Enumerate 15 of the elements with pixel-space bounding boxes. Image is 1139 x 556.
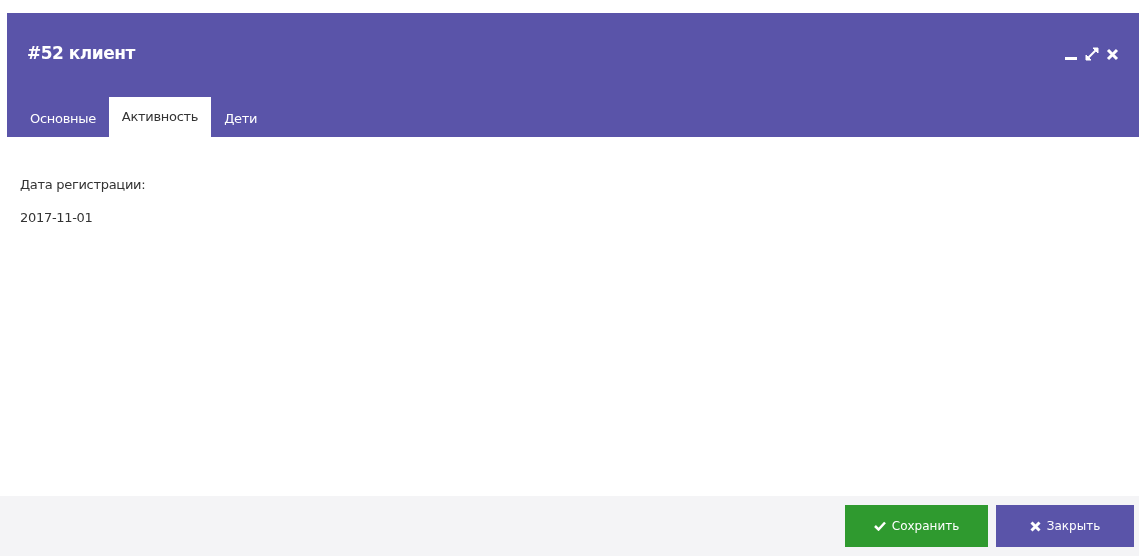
minimize-icon	[1065, 56, 1077, 60]
field-label: Дата регистрации:	[20, 176, 147, 194]
expand-icon	[1083, 46, 1100, 62]
maximize-button[interactable]	[1083, 46, 1100, 62]
close-icon	[1106, 47, 1119, 61]
close-button[interactable]: Закрыть	[996, 505, 1134, 547]
save-button[interactable]: Сохранить	[845, 505, 988, 547]
close-button[interactable]	[1106, 47, 1119, 61]
close-icon	[1029, 520, 1041, 532]
check-icon	[873, 521, 886, 531]
window-title: #52 клиент	[27, 42, 135, 66]
tab[interactable]: Основные	[17, 101, 109, 137]
tab[interactable]: Дети	[211, 101, 271, 137]
tab[interactable]: Активность	[108, 97, 212, 137]
field-value: 2017-11-01	[20, 208, 94, 227]
